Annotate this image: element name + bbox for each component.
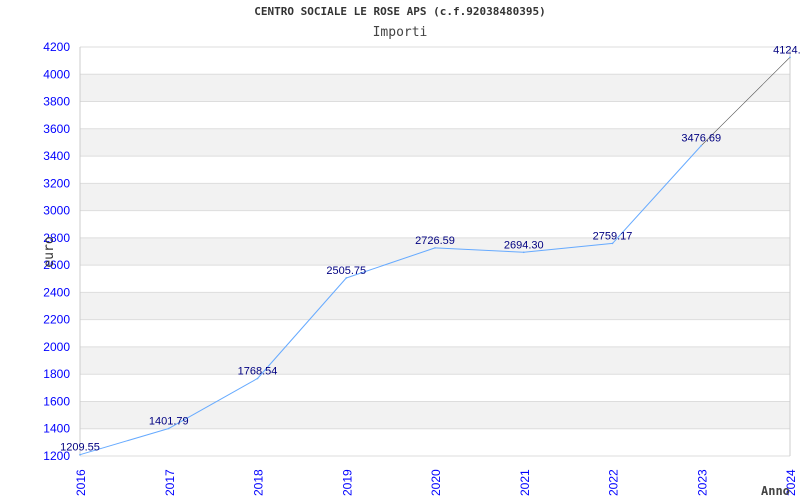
x-tick-label: 2022 (607, 469, 621, 496)
data-point (522, 251, 525, 254)
data-point (700, 144, 703, 147)
x-tick-label: 2018 (252, 469, 266, 496)
data-point (611, 242, 614, 245)
x-tick-label: 2019 (340, 469, 354, 496)
y-tick-label: 3200 (43, 176, 70, 190)
data-label: 2726.59 (415, 235, 455, 247)
y-tick-label: 4200 (43, 40, 70, 54)
y-tick-label: 2200 (43, 313, 70, 327)
y-tick-label: 1400 (43, 422, 70, 436)
x-tick-label: 2021 (518, 469, 532, 496)
grid-band (80, 346, 790, 375)
y-tick-label: 2000 (43, 340, 70, 354)
x-axis-label: Anno (761, 484, 790, 498)
data-label: 1768.54 (238, 365, 278, 377)
y-tick-label: 2400 (43, 285, 70, 299)
data-label: 2759.17 (593, 230, 633, 242)
y-tick-label: 3000 (43, 204, 70, 218)
data-label: 1401.79 (149, 415, 189, 427)
data-label: 1209.55 (60, 442, 100, 454)
data-label: 4124.7 (773, 44, 800, 56)
data-point (789, 56, 791, 59)
y-tick-label: 3800 (43, 95, 70, 109)
line-chart: 1200140016001800200022002400260028003000… (42, 40, 800, 498)
x-tick-label: 2016 (74, 469, 88, 496)
grid-band (80, 292, 790, 320)
data-point (79, 453, 81, 456)
grid-band (80, 74, 790, 102)
data-label: 2505.75 (326, 265, 366, 277)
y-axis-label: euro (42, 236, 57, 267)
y-tick-label: 1800 (43, 367, 70, 381)
x-tick-label: 2017 (163, 469, 177, 496)
grid-band (80, 183, 790, 211)
data-label: 3476.69 (681, 133, 721, 145)
x-tick-label: 2023 (695, 469, 709, 496)
data-point (256, 377, 259, 380)
data-label: 2694.30 (504, 239, 544, 251)
data-point (167, 427, 170, 430)
data-point (434, 247, 436, 249)
y-tick-label: 3400 (43, 149, 70, 163)
y-tick-label: 4000 (43, 67, 70, 81)
x-tick-label: 2020 (429, 469, 443, 496)
y-tick-label: 1600 (43, 394, 70, 408)
y-tick-label: 3600 (43, 122, 70, 136)
data-point (345, 277, 348, 279)
